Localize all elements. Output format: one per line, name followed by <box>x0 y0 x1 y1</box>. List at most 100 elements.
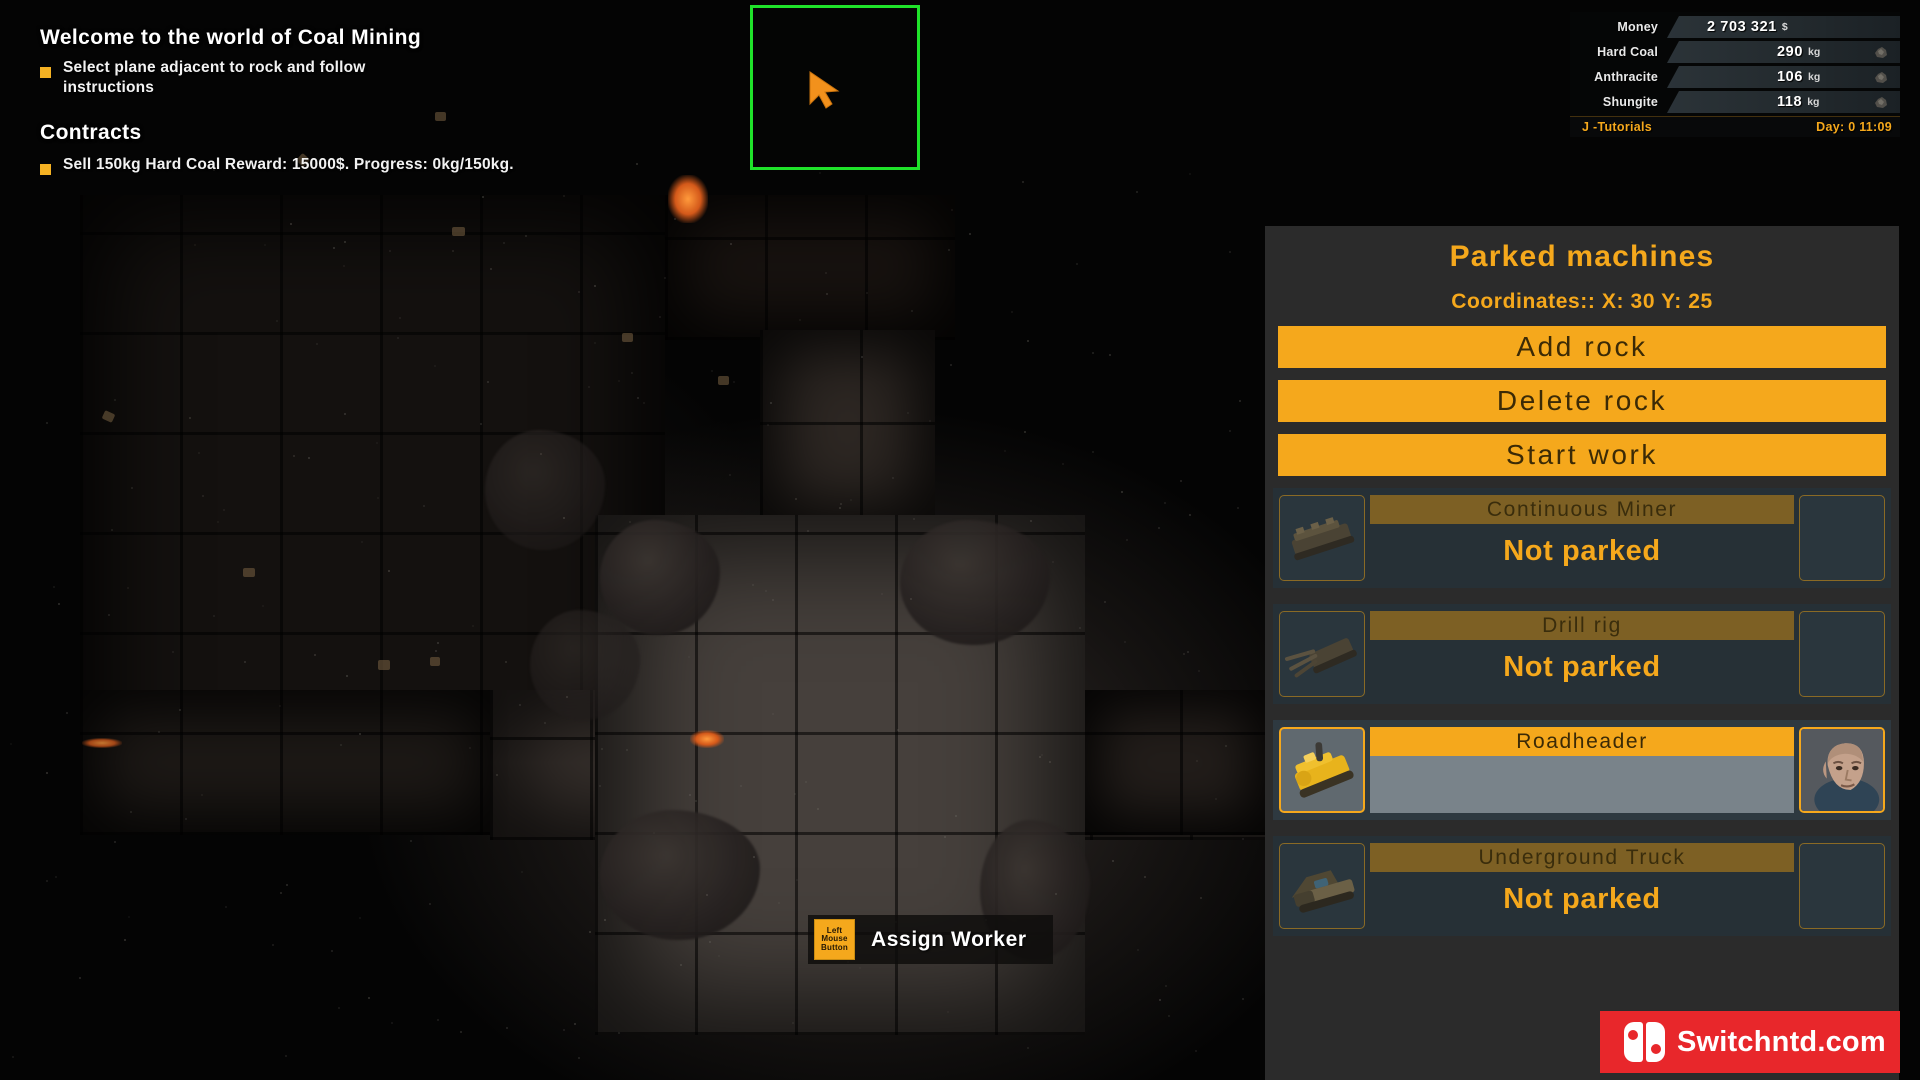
machine-name: Roadheader <box>1370 727 1794 756</box>
dust-speck <box>10 743 12 745</box>
dust-speck <box>114 399 116 401</box>
site-watermark: Switchntd.com <box>1600 1011 1900 1073</box>
dust-speck <box>198 452 200 454</box>
dust-speck <box>544 722 546 724</box>
dust-speck <box>460 1031 462 1033</box>
day-time-display: Day: 0 11:09 <box>1816 120 1892 134</box>
map-tile-region-east[interactable] <box>1080 690 1270 835</box>
dust-speck <box>659 316 661 318</box>
dust-speck <box>482 196 484 198</box>
dust-speck <box>472 625 474 627</box>
machine-row-drill-rig[interactable]: Drill rig Not parked <box>1273 604 1891 704</box>
anthracite-icon <box>1873 68 1890 86</box>
machine-row-continuous-miner[interactable]: Continuous Miner Not parked <box>1273 488 1891 588</box>
map-tile-region-west[interactable] <box>80 690 500 835</box>
contracts-heading: Contracts <box>40 120 142 144</box>
dust-speck <box>618 380 620 382</box>
dust-speck <box>469 747 471 749</box>
ore-vein-glow <box>690 730 724 748</box>
nintendo-switch-logo-icon <box>1624 1022 1665 1062</box>
dust-speck <box>1198 670 1200 672</box>
dust-speck <box>578 1057 580 1059</box>
add-rock-button[interactable]: Add rock <box>1278 326 1886 368</box>
tutorials-hint[interactable]: J -Tutorials <box>1582 120 1652 134</box>
dust-speck <box>225 906 227 908</box>
machine-name: Continuous Miner <box>1370 495 1794 524</box>
assigned-worker-avatar[interactable] <box>1799 727 1885 813</box>
dust-speck <box>599 785 601 787</box>
debris <box>243 568 255 577</box>
machine-status: Not parked <box>1370 872 1794 929</box>
dust-speck <box>688 656 690 658</box>
empty-worker-slot[interactable] <box>1799 611 1885 697</box>
dust-speck <box>948 249 950 251</box>
dust-speck <box>128 916 130 918</box>
tutorial-objective-row: Select plane adjacent to rock and follow… <box>40 58 660 99</box>
resource-hud: Money 2 703 321 $ Hard Coal 290 kg Anthracite 1… <box>1570 12 1900 137</box>
dust-speck <box>1242 838 1244 840</box>
dust-speck <box>58 603 60 605</box>
dust-speck <box>1189 173 1191 175</box>
joycon-left-icon <box>1624 1022 1643 1062</box>
machine-name: Underground Truck <box>1370 843 1794 872</box>
dust-speck <box>397 337 399 339</box>
joycon-right-icon <box>1646 1022 1665 1062</box>
machine-row-roadheader[interactable]: Roadheader <box>1273 720 1891 820</box>
dust-speck <box>1076 263 1078 265</box>
dust-speck <box>308 457 310 459</box>
start-work-button[interactable]: Start work <box>1278 434 1886 476</box>
map-tile-region-center-top[interactable] <box>760 330 935 525</box>
dust-speck <box>643 402 645 404</box>
dust-speck <box>770 402 772 404</box>
resource-unit: kg <box>1808 71 1821 83</box>
dust-speck <box>53 586 55 588</box>
dust-speck <box>1200 897 1202 899</box>
hud-footer: J -Tutorials Day: 0 11:09 <box>1570 116 1900 137</box>
machine-thumbnail-icon[interactable] <box>1279 611 1365 697</box>
machine-thumbnail-icon[interactable] <box>1279 843 1365 929</box>
dust-speck <box>437 1019 439 1021</box>
dust-speck <box>376 442 378 444</box>
dust-speck <box>588 386 590 388</box>
empty-worker-slot[interactable] <box>1799 843 1885 929</box>
dust-speck <box>286 884 288 886</box>
dust-speck <box>680 964 682 966</box>
tutorial-objective-text: Select plane adjacent to rock and follow… <box>63 59 366 97</box>
resource-value-container: 118 kg <box>1667 91 1900 113</box>
dust-speck <box>506 1027 508 1029</box>
dust-speck <box>911 310 913 312</box>
map-tile-region-north[interactable] <box>665 195 955 340</box>
debris <box>718 376 729 385</box>
machine-thumbnail-icon[interactable] <box>1279 727 1365 813</box>
dust-speck <box>217 521 219 523</box>
dust-speck <box>578 291 580 293</box>
dust-speck <box>795 498 797 500</box>
dust-speck <box>574 1023 576 1025</box>
dust-speck <box>709 941 711 943</box>
dust-speck <box>794 793 796 795</box>
dust-speck <box>1187 651 1189 653</box>
empty-worker-slot[interactable] <box>1799 495 1885 581</box>
delete-rock-button[interactable]: Delete rock <box>1278 380 1886 422</box>
dust-speck <box>1126 539 1128 541</box>
dust-speck <box>817 808 819 810</box>
machine-thumbnail-icon[interactable] <box>1279 495 1365 581</box>
ore-vein-glow <box>82 738 122 748</box>
dust-speck <box>503 242 505 244</box>
dust-speck <box>368 997 370 999</box>
dust-speck <box>711 370 713 372</box>
dust-speck <box>1041 754 1043 756</box>
dust-speck <box>314 654 316 656</box>
dust-speck <box>525 235 527 237</box>
dust-speck <box>929 420 931 422</box>
dust-speck <box>434 365 436 367</box>
dust-speck <box>807 530 809 532</box>
dust-speck <box>316 343 318 345</box>
dust-speck <box>594 285 596 287</box>
dust-speck <box>359 917 361 919</box>
dust-speck <box>1004 450 1006 452</box>
dust-speck <box>487 381 489 383</box>
machine-row-underground-truck[interactable]: Underground Truck Not parked <box>1273 836 1891 936</box>
selection-highlight-box[interactable] <box>750 5 920 170</box>
dust-speck <box>1136 191 1138 193</box>
